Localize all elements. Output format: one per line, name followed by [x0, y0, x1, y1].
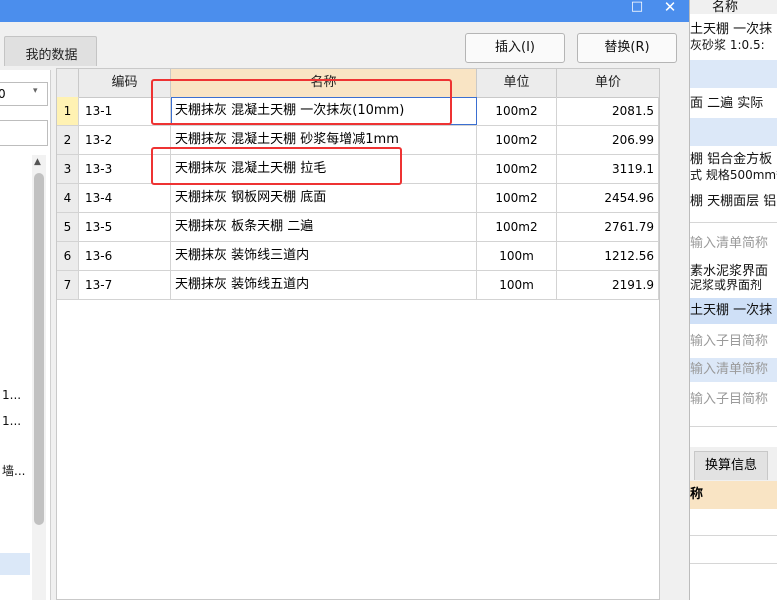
- header-price[interactable]: 单价: [557, 69, 659, 97]
- cell-price[interactable]: 2081.5: [557, 97, 659, 125]
- cell-name[interactable]: 天棚抹灰 混凝土天棚 砂浆每增减1mm: [171, 126, 477, 154]
- cell-code[interactable]: 13-1: [79, 97, 171, 125]
- row-index: 2: [57, 126, 79, 154]
- app-root: □ ✕ 我的数据 插入(I) 替换(R) 0 ▾ ▲ 1... 1... 墙..…: [0, 0, 777, 600]
- cell-code[interactable]: 13-5: [79, 213, 171, 241]
- table-row[interactable]: 5 13-5 天棚抹灰 板条天棚 二遍 100m2 2761.79: [57, 213, 659, 242]
- right-list-item[interactable]: 棚 铝合金方板: [690, 148, 777, 168]
- tree-scrollbar[interactable]: ▲: [32, 155, 46, 600]
- right-list-item[interactable]: 输入子目简称: [690, 330, 777, 352]
- cell-unit[interactable]: 100m2: [477, 126, 557, 154]
- cell-price[interactable]: 2454.96: [557, 184, 659, 212]
- cell-unit[interactable]: 100m2: [477, 184, 557, 212]
- maximize-icon[interactable]: □: [627, 0, 647, 18]
- row-index: 5: [57, 213, 79, 241]
- table-row[interactable]: 7 13-7 天棚抹灰 装饰线五道内 100m 2191.9: [57, 271, 659, 300]
- tab-my-data-label: 我的数据: [25, 48, 78, 63]
- row-index: 4: [57, 184, 79, 212]
- cell-name[interactable]: 天棚抹灰 钢板网天棚 底面: [171, 184, 477, 212]
- header-code[interactable]: 编码: [79, 69, 171, 97]
- cell-name[interactable]: 天棚抹灰 装饰线三道内: [171, 242, 477, 270]
- library-select-value: 0: [0, 87, 6, 101]
- cell-unit[interactable]: 100m: [477, 242, 557, 270]
- cell-name[interactable]: 天棚抹灰 装饰线五道内: [171, 271, 477, 299]
- table-row[interactable]: 3 13-3 天棚抹灰 混凝土天棚 拉毛 100m2 3119.1: [57, 155, 659, 184]
- cell-name[interactable]: 天棚抹灰 板条天棚 二遍: [171, 213, 477, 241]
- cell-unit[interactable]: 100m2: [477, 97, 557, 125]
- right-panel-header: 名称: [690, 0, 777, 14]
- right-list-item[interactable]: 泥浆或界面剂: [690, 276, 777, 296]
- right-list-item-selected[interactable]: 土天棚 一次抹: [690, 298, 777, 324]
- tree-search-input[interactable]: [0, 120, 48, 146]
- tab-my-data[interactable]: 我的数据: [4, 36, 97, 66]
- grid-header: 编码 名称 单位 单价: [57, 69, 659, 98]
- conversion-table-header: 称: [690, 481, 777, 509]
- row-index: 1: [57, 97, 79, 125]
- tree-item[interactable]: 1...: [2, 414, 21, 428]
- cell-price[interactable]: 2191.9: [557, 271, 659, 299]
- replace-button[interactable]: 替换(R): [577, 33, 677, 63]
- right-list-group: [690, 118, 777, 146]
- cell-price[interactable]: 2761.79: [557, 213, 659, 241]
- dialog-body: 我的数据 插入(I) 替换(R) 0 ▾ ▲ 1... 1... 墙... 编码…: [0, 22, 689, 600]
- dialog-titlebar: □ ✕: [0, 0, 689, 22]
- cell-code[interactable]: 13-3: [79, 155, 171, 183]
- right-list-group: [690, 60, 777, 88]
- cell-code[interactable]: 13-4: [79, 184, 171, 212]
- table-row[interactable]: 6 13-6 天棚抹灰 装饰线三道内 100m 1212.56: [57, 242, 659, 271]
- right-list-item[interactable]: 灰砂浆 1:0.5:: [690, 36, 777, 56]
- cell-code[interactable]: 13-6: [79, 242, 171, 270]
- cell-name[interactable]: 天棚抹灰 混凝土天棚 一次抹灰(10mm): [171, 97, 477, 125]
- category-tree-panel: 0 ▾ ▲ 1... 1... 墙...: [0, 70, 51, 600]
- right-list-item[interactable]: 输入清单简称: [690, 358, 777, 382]
- cell-unit[interactable]: 100m: [477, 271, 557, 299]
- insert-button[interactable]: 插入(I): [465, 33, 565, 63]
- table-row[interactable]: 1 13-1 天棚抹灰 混凝土天棚 一次抹灰(10mm) 100m2 2081.…: [57, 97, 659, 126]
- cell-unit[interactable]: 100m2: [477, 213, 557, 241]
- header-unit[interactable]: 单位: [477, 69, 557, 97]
- row-index: 6: [57, 242, 79, 270]
- scroll-up-icon[interactable]: ▲: [34, 157, 41, 167]
- divider: [690, 222, 777, 223]
- tab-bar: 换算信息: [690, 447, 777, 481]
- right-side-panel: 名称 土天棚 一次抹 灰砂浆 1:0.5: 面 二遍 实际 棚 铝合金方板 式 …: [689, 0, 777, 600]
- divider: [690, 535, 777, 536]
- right-list-item[interactable]: 面 二遍 实际: [690, 92, 777, 112]
- tab-conversion-info[interactable]: 换算信息: [694, 451, 768, 480]
- right-list-item[interactable]: 土天棚 一次抹: [690, 18, 777, 38]
- cell-code[interactable]: 13-7: [79, 271, 171, 299]
- scroll-thumb[interactable]: [34, 173, 44, 525]
- close-icon[interactable]: ✕: [660, 0, 680, 18]
- cell-price[interactable]: 206.99: [557, 126, 659, 154]
- tree-item[interactable]: 墙...: [2, 462, 25, 479]
- table-row[interactable]: 2 13-2 天棚抹灰 混凝土天棚 砂浆每增减1mm 100m2 206.99: [57, 126, 659, 155]
- cell-unit[interactable]: 100m2: [477, 155, 557, 183]
- tree-item-selected[interactable]: [0, 553, 30, 575]
- library-select[interactable]: 0 ▾: [0, 82, 48, 106]
- right-list-item[interactable]: 输入清单简称: [690, 232, 777, 252]
- chevron-down-icon[interactable]: ▾: [33, 86, 38, 96]
- tree-item[interactable]: 1...: [2, 388, 21, 402]
- quota-grid: 编码 名称 单位 单价 1 13-1 天棚抹灰 混凝土天棚 一次抹灰(10mm)…: [56, 68, 660, 600]
- table-row[interactable]: 4 13-4 天棚抹灰 钢板网天棚 底面 100m2 2454.96: [57, 184, 659, 213]
- row-index: 3: [57, 155, 79, 183]
- cell-price[interactable]: 3119.1: [557, 155, 659, 183]
- divider: [690, 426, 777, 427]
- header-index: [57, 69, 79, 97]
- header-name[interactable]: 名称: [171, 69, 477, 97]
- right-list-item[interactable]: 输入子目简称: [690, 388, 777, 410]
- cell-code[interactable]: 13-2: [79, 126, 171, 154]
- row-index: 7: [57, 271, 79, 299]
- right-list-item[interactable]: 式 规格500mm*: [690, 166, 777, 186]
- right-list-item[interactable]: 棚 天棚面层 铝: [690, 190, 777, 210]
- cell-price[interactable]: 1212.56: [557, 242, 659, 270]
- divider: [690, 563, 777, 564]
- cell-name[interactable]: 天棚抹灰 混凝土天棚 拉毛: [171, 155, 477, 183]
